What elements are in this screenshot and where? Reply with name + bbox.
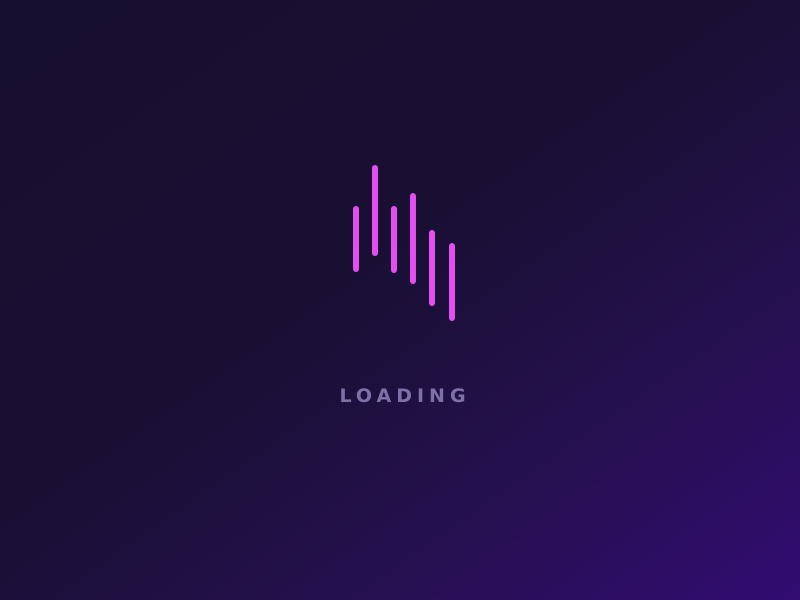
loading-screen: LOADING	[0, 0, 800, 600]
loader-bar	[410, 193, 416, 284]
loading-spinner-icon	[0, 0, 800, 600]
loader-bar	[372, 165, 378, 256]
loader-bar	[391, 206, 397, 273]
loading-label: LOADING	[339, 385, 471, 407]
loader-bar	[353, 206, 359, 272]
loader-bar	[429, 230, 435, 306]
loader-bar	[449, 243, 455, 321]
